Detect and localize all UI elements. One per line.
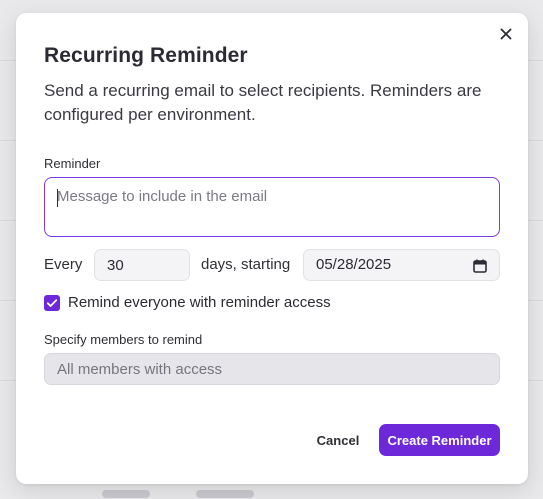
days-starting-label: days, starting (201, 256, 291, 273)
dialog-description: Send a recurring email to select recipie… (44, 81, 482, 124)
calendar-icon[interactable] (473, 259, 487, 273)
schedule-row: Every days, starting 05/28/2025 (44, 249, 500, 281)
background-element (196, 490, 254, 498)
start-date-input[interactable]: 05/28/2025 (303, 249, 500, 281)
remind-everyone-checkbox[interactable] (44, 295, 60, 311)
recurring-reminder-dialog: Recurring Reminder Send a recurring emai… (16, 13, 528, 484)
checkmark-icon (46, 299, 58, 307)
interval-days-input[interactable] (94, 249, 190, 281)
start-date-value: 05/28/2025 (316, 256, 392, 273)
remind-everyone-label: Remind everyone with reminder access (68, 294, 331, 311)
close-button[interactable] (498, 26, 514, 42)
dialog-title: Recurring Reminder (44, 44, 248, 67)
reminder-message-input[interactable] (44, 177, 500, 237)
members-label: Specify members to remind (44, 332, 203, 347)
cancel-button[interactable]: Cancel (308, 424, 368, 456)
background-element (102, 490, 150, 498)
members-input (44, 353, 500, 385)
reminder-label: Reminder (44, 156, 101, 171)
text-cursor (57, 189, 58, 207)
every-label: Every (44, 256, 83, 273)
create-reminder-button[interactable]: Create Reminder (379, 424, 500, 456)
close-icon (500, 28, 512, 40)
